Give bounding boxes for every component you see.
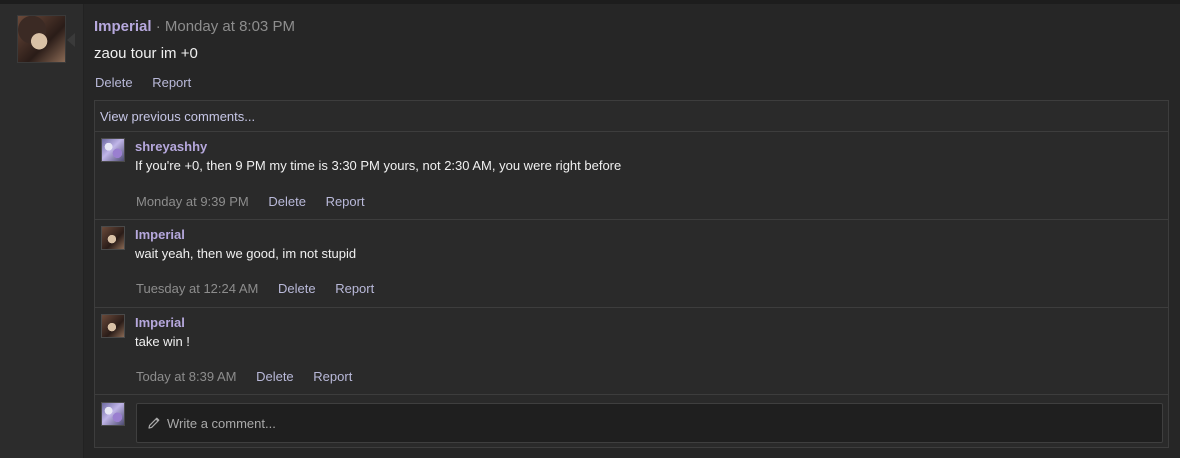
comment-delete-link[interactable]: Delete — [256, 369, 294, 384]
comment-meta: Tuesday at 12:24 AM Delete Report — [136, 281, 390, 297]
comment-report-link[interactable]: Report — [313, 369, 352, 384]
post-body: zaou tour im +0 — [94, 45, 198, 62]
write-comment-row: Write a comment... — [95, 394, 1168, 448]
post-delete-link[interactable]: Delete — [95, 75, 133, 90]
pencil-icon — [148, 417, 160, 429]
view-previous-comments-link[interactable]: View previous comments... — [100, 108, 255, 126]
comment-author[interactable]: Imperial — [135, 227, 185, 243]
comment-item: Imperial wait yeah, then we good, im not… — [95, 219, 1168, 307]
commenter-avatar[interactable] — [101, 138, 125, 162]
commenter-avatar[interactable] — [101, 314, 125, 338]
post-report-link[interactable]: Report — [152, 75, 191, 90]
avatar-pointer — [67, 33, 75, 47]
comment-report-link[interactable]: Report — [326, 194, 365, 209]
post-header: Imperial · Monday at 8:03 PM — [94, 17, 295, 37]
comment-text: If you're +0, then 9 PM my time is 3:30 … — [135, 158, 622, 173]
comment-item: Imperial take win ! Today at 8:39 AM Del… — [95, 307, 1168, 395]
commenter-avatar[interactable] — [101, 226, 125, 250]
comment-date[interactable]: Tuesday at 12:24 AM — [136, 281, 258, 296]
current-user-avatar — [101, 402, 125, 426]
comment-text: wait yeah, then we good, im not stupid — [135, 246, 357, 261]
post-separator: · — [151, 18, 165, 35]
write-comment-placeholder: Write a comment... — [167, 416, 276, 431]
write-comment-input[interactable]: Write a comment... — [136, 403, 1163, 443]
comment-delete-link[interactable]: Delete — [268, 194, 306, 209]
top-border — [0, 0, 1180, 4]
comment-date[interactable]: Monday at 9:39 PM — [136, 194, 249, 209]
comment-delete-link[interactable]: Delete — [278, 281, 316, 296]
comment-author[interactable]: shreyashhy — [135, 139, 207, 155]
comment-meta: Today at 8:39 AM Delete Report — [136, 369, 368, 385]
post-date[interactable]: Monday at 8:03 PM — [165, 18, 295, 35]
post-author-name[interactable]: Imperial — [94, 18, 152, 35]
avatar-gutter — [0, 4, 84, 458]
comment-date[interactable]: Today at 8:39 AM — [136, 369, 236, 384]
comment-author[interactable]: Imperial — [135, 315, 185, 331]
comment-meta: Monday at 9:39 PM Delete Report — [136, 194, 381, 210]
post-author-avatar[interactable] — [17, 15, 66, 63]
post-actions: Delete Report — [95, 74, 207, 92]
comment-report-link[interactable]: Report — [335, 281, 374, 296]
comments-section: View previous comments... shreyashhy If … — [94, 100, 1169, 448]
comment-text: take win ! — [135, 334, 190, 349]
comment-item: shreyashhy If you're +0, then 9 PM my ti… — [95, 131, 1168, 219]
